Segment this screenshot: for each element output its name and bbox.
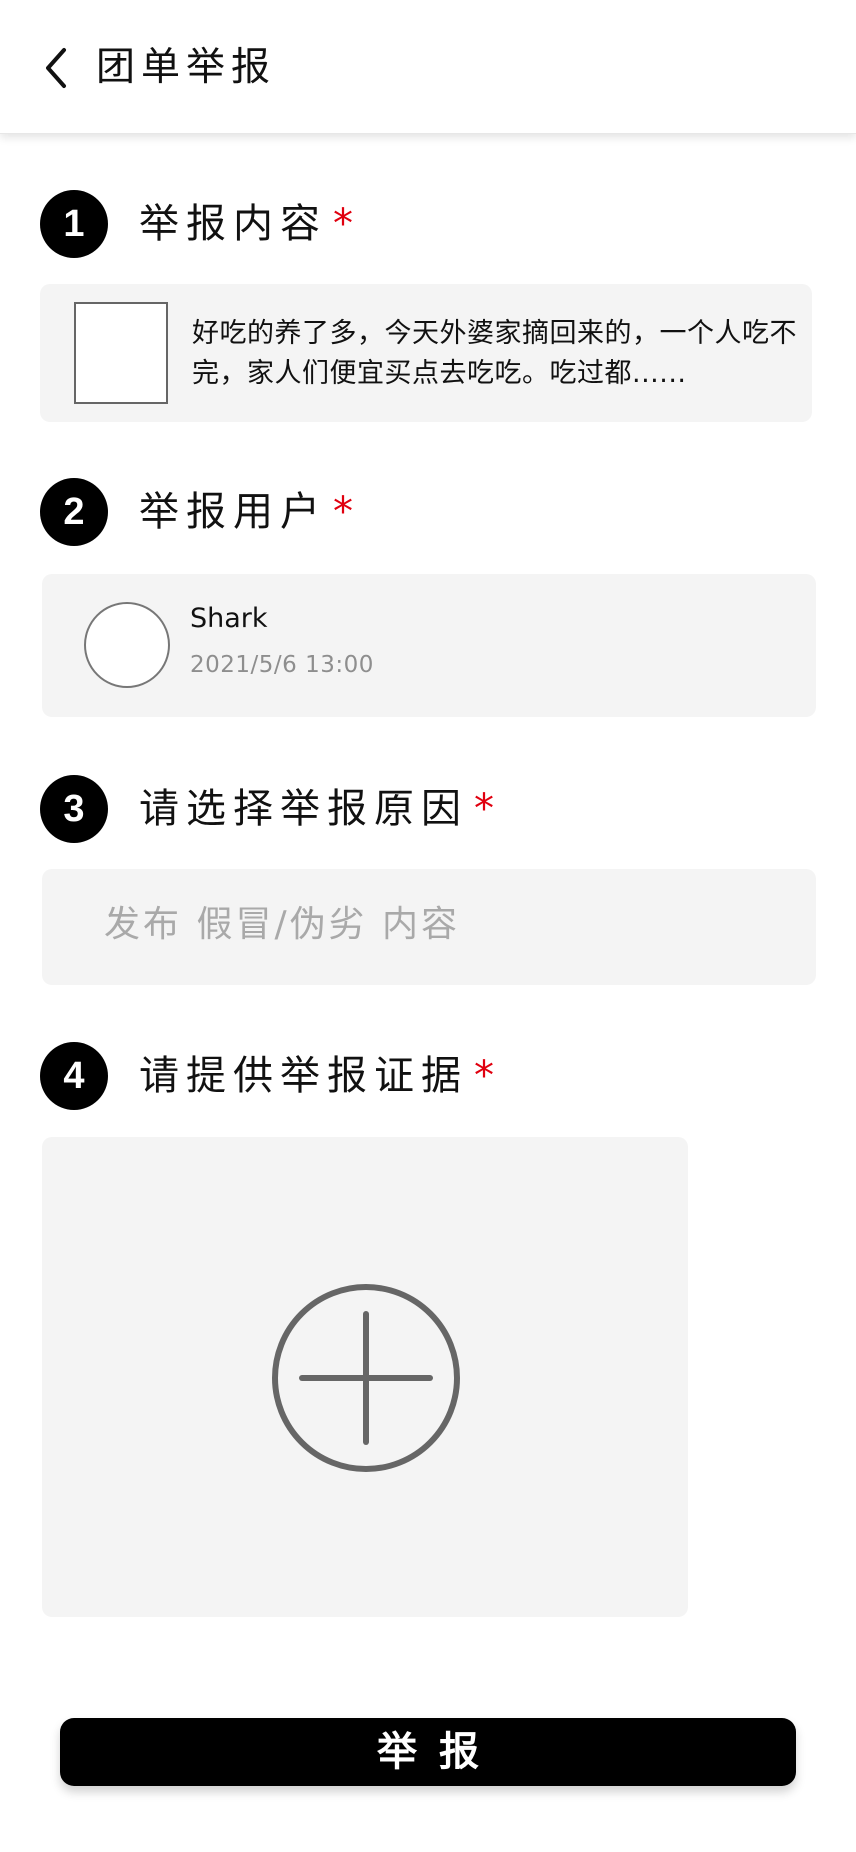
report-user-card[interactable]: Shark 2021/5/6 13:00: [42, 574, 816, 717]
section-title-text: 请选择举报原因: [139, 786, 468, 832]
reason-select-value: 发布 假冒/伪劣 内容: [104, 904, 461, 945]
section-title-report-evidence: 请提供举报证据 *: [139, 1048, 494, 1104]
step-badge-3: 3: [40, 775, 108, 843]
step-badge-2: 2: [40, 478, 108, 546]
reason-select[interactable]: 发布 假冒/伪劣 内容: [42, 869, 816, 985]
required-mark: *: [333, 201, 353, 247]
required-mark: *: [474, 786, 494, 832]
avatar: [84, 602, 170, 688]
section-title-report-reason: 请选择举报原因 *: [139, 781, 494, 837]
section-title-text: 举报用户: [139, 489, 327, 535]
step-badge-1: 1: [40, 190, 108, 258]
section-title-text: 举报内容: [139, 201, 327, 247]
user-name: Shark: [190, 603, 268, 634]
section-title-report-user: 举报用户 *: [139, 484, 353, 540]
page-title: 团单举报: [96, 45, 277, 90]
step-badge-4: 4: [40, 1042, 108, 1110]
post-timestamp: 2021/5/6 13:00: [190, 652, 374, 678]
section-title-text: 请提供举报证据: [139, 1053, 468, 1099]
plus-circle-icon[interactable]: [270, 1282, 462, 1474]
submit-report-button[interactable]: 举报: [60, 1718, 796, 1786]
section-title-report-content: 举报内容 *: [139, 196, 353, 252]
required-mark: *: [474, 1053, 494, 1099]
report-content-card[interactable]: 好吃的养了多，今天外婆家摘回来的，一个人吃不完，家人们便宜买点去吃吃。吃过都..…: [40, 284, 812, 422]
required-mark: *: [333, 489, 353, 535]
evidence-upload-area[interactable]: [42, 1137, 688, 1617]
content-thumbnail: [74, 302, 168, 404]
chevron-left-icon[interactable]: [38, 44, 74, 92]
header-bar: 团单举报: [0, 0, 856, 134]
content-excerpt: 好吃的养了多，今天外婆家摘回来的，一个人吃不完，家人们便宜买点去吃吃。吃过都..…: [192, 318, 797, 389]
